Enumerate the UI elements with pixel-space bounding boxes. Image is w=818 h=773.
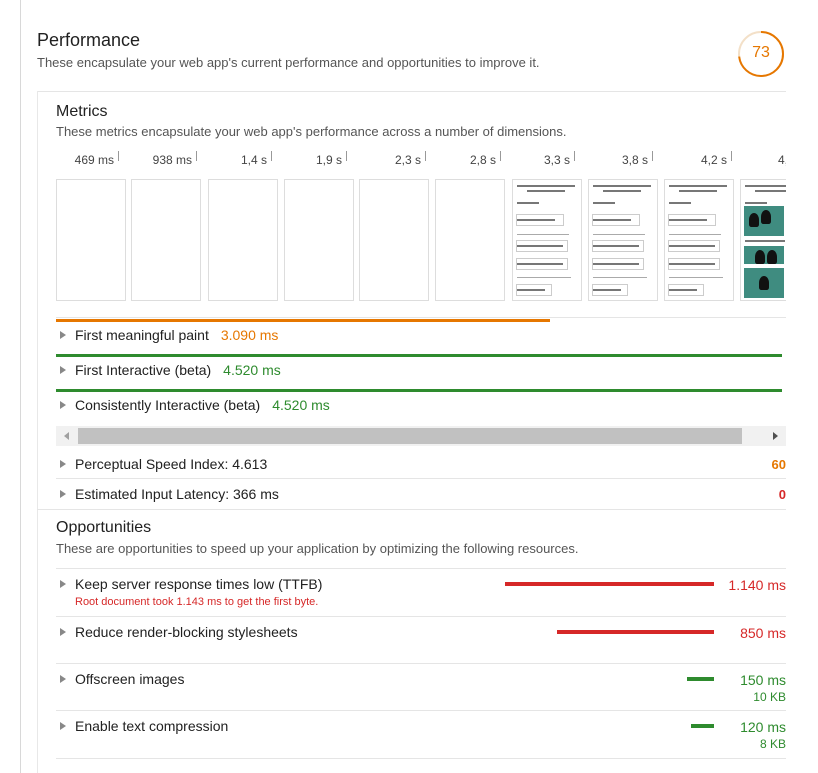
perceptual-speed-index-row[interactable]: Perceptual Speed Index: 4.613 xyxy=(60,456,267,472)
estimated-input-latency-row[interactable]: Estimated Input Latency: 366 ms xyxy=(60,486,279,502)
timeline-tick-label: 1,4 s xyxy=(240,153,267,167)
opportunity-label: Keep server response times low (TTFB) xyxy=(75,576,323,592)
metric-label: First meaningful paint xyxy=(75,327,209,343)
opportunities-description: These are opportunities to speed up your… xyxy=(56,541,579,556)
timeline-tick-mark xyxy=(574,151,575,161)
filmstrip-frame xyxy=(208,179,278,301)
scroll-left-arrow-icon[interactable] xyxy=(64,432,69,440)
filmstrip-timeline: 469 ms 938 ms 1,4 s 1,9 s 2,3 s 2,8 s 3,3 s 3,8… xyxy=(56,151,786,301)
metrics-title: Metrics xyxy=(56,103,108,120)
timeline-tick-label: 469 ms xyxy=(74,153,114,167)
opportunity-row[interactable]: Reduce render-blocking stylesheets xyxy=(60,624,298,640)
filmstrip-frame xyxy=(56,179,126,301)
opportunity-label: Offscreen images xyxy=(75,671,185,687)
timeline-tick-mark xyxy=(196,151,197,161)
filmstrip-frame xyxy=(512,179,582,301)
timeline-tick-label: 3,8 s xyxy=(621,153,648,167)
timeline-tick-mark xyxy=(425,151,426,161)
opportunity-bar xyxy=(505,582,714,586)
filmstrip-frame xyxy=(284,179,354,301)
opportunity-savings-ms: 150 ms xyxy=(740,672,786,688)
timeline-tick-label: 1,9 s xyxy=(315,153,342,167)
filmstrip-frame xyxy=(435,179,505,301)
timeline-tick-mark xyxy=(731,151,732,161)
expand-arrow-icon[interactable] xyxy=(60,722,66,730)
expand-arrow-icon[interactable] xyxy=(60,580,66,588)
expand-arrow-icon[interactable] xyxy=(60,331,66,339)
opportunities-title: Opportunities xyxy=(56,519,152,536)
filmstrip-frame xyxy=(740,179,786,301)
expand-arrow-icon[interactable] xyxy=(60,675,66,683)
metric-label: First Interactive (beta) xyxy=(75,362,212,378)
expand-arrow-icon[interactable] xyxy=(60,490,66,498)
filmstrip-frame xyxy=(588,179,658,301)
performance-title: Performance xyxy=(37,30,141,50)
scroll-right-arrow-icon[interactable] xyxy=(773,432,778,440)
opportunity-bar xyxy=(686,677,714,681)
horizontal-scrollbar[interactable] xyxy=(56,426,786,446)
metric-bar xyxy=(56,319,550,322)
timeline-tick-mark xyxy=(652,151,653,161)
estimated-input-latency-score: 0 xyxy=(778,487,786,502)
metric-bar xyxy=(56,389,782,392)
filmstrip-frame xyxy=(359,179,429,301)
filmstrip-frame xyxy=(664,179,734,301)
timeline-tick-mark xyxy=(271,151,272,161)
opportunity-row[interactable]: Keep server response times low (TTFB) xyxy=(60,576,322,592)
performance-description: These encapsulate your web app's current… xyxy=(37,55,540,70)
timeline-tick-label: 2,8 s xyxy=(469,153,496,167)
expand-arrow-icon[interactable] xyxy=(60,366,66,374)
timeline-tick-label: 2,3 s xyxy=(394,153,421,167)
timeline-tick-label: 3,3 s xyxy=(543,153,570,167)
metric-bar xyxy=(56,354,782,357)
score-value: 73 xyxy=(752,44,770,61)
opportunity-label: Reduce render-blocking stylesheets xyxy=(75,624,298,640)
opportunity-bar xyxy=(691,724,714,728)
metric-value: 4.520 ms xyxy=(272,397,330,413)
timeline-tick-mark xyxy=(346,151,347,161)
opportunity-savings-kb: 10 KB xyxy=(753,690,786,704)
opportunity-label: Enable text compression xyxy=(75,718,229,734)
timeline-tick-label: 4,2 s xyxy=(700,153,727,167)
timeline-tick-mark xyxy=(118,151,119,161)
metric-value: 3.090 ms xyxy=(220,327,279,343)
metrics-description: These metrics encapsulate your web app's… xyxy=(56,124,567,139)
filmstrip-frame xyxy=(131,179,201,301)
metric-row[interactable]: Consistently Interactive (beta) 4.520 ms xyxy=(60,397,330,413)
metric-label: Consistently Interactive (beta) xyxy=(75,397,261,413)
opportunity-detail: Root document took 1.143 ms to get the f… xyxy=(75,596,319,608)
opportunity-savings-ms: 850 ms xyxy=(740,625,786,641)
opportunity-row[interactable]: Offscreen images xyxy=(60,671,184,687)
timeline-tick-mark xyxy=(500,151,501,161)
score-gauge: 73 xyxy=(737,30,785,78)
timeline-tick-label: 938 ms xyxy=(152,153,192,167)
perceptual-speed-index-score: 60 xyxy=(771,457,786,472)
expand-arrow-icon[interactable] xyxy=(60,628,66,636)
opportunity-savings-ms: 120 ms xyxy=(740,719,786,735)
expand-arrow-icon[interactable] xyxy=(60,401,66,409)
scrollbar-thumb[interactable] xyxy=(78,428,742,444)
opportunity-savings-kb: 8 KB xyxy=(759,737,786,751)
opportunity-bar xyxy=(557,630,714,634)
expand-arrow-icon[interactable] xyxy=(60,460,66,468)
metric-row[interactable]: First meaningful paint 3.090 ms xyxy=(60,327,278,343)
opportunity-savings-ms: 1.140 ms xyxy=(728,577,786,593)
metric-value: 4.520 ms xyxy=(223,362,281,378)
metric-row[interactable]: First Interactive (beta) 4.520 ms xyxy=(60,362,281,378)
left-rule xyxy=(20,0,21,773)
opportunity-row[interactable]: Enable text compression xyxy=(60,718,228,734)
timeline-tick-label: 4,7 s xyxy=(777,153,786,167)
